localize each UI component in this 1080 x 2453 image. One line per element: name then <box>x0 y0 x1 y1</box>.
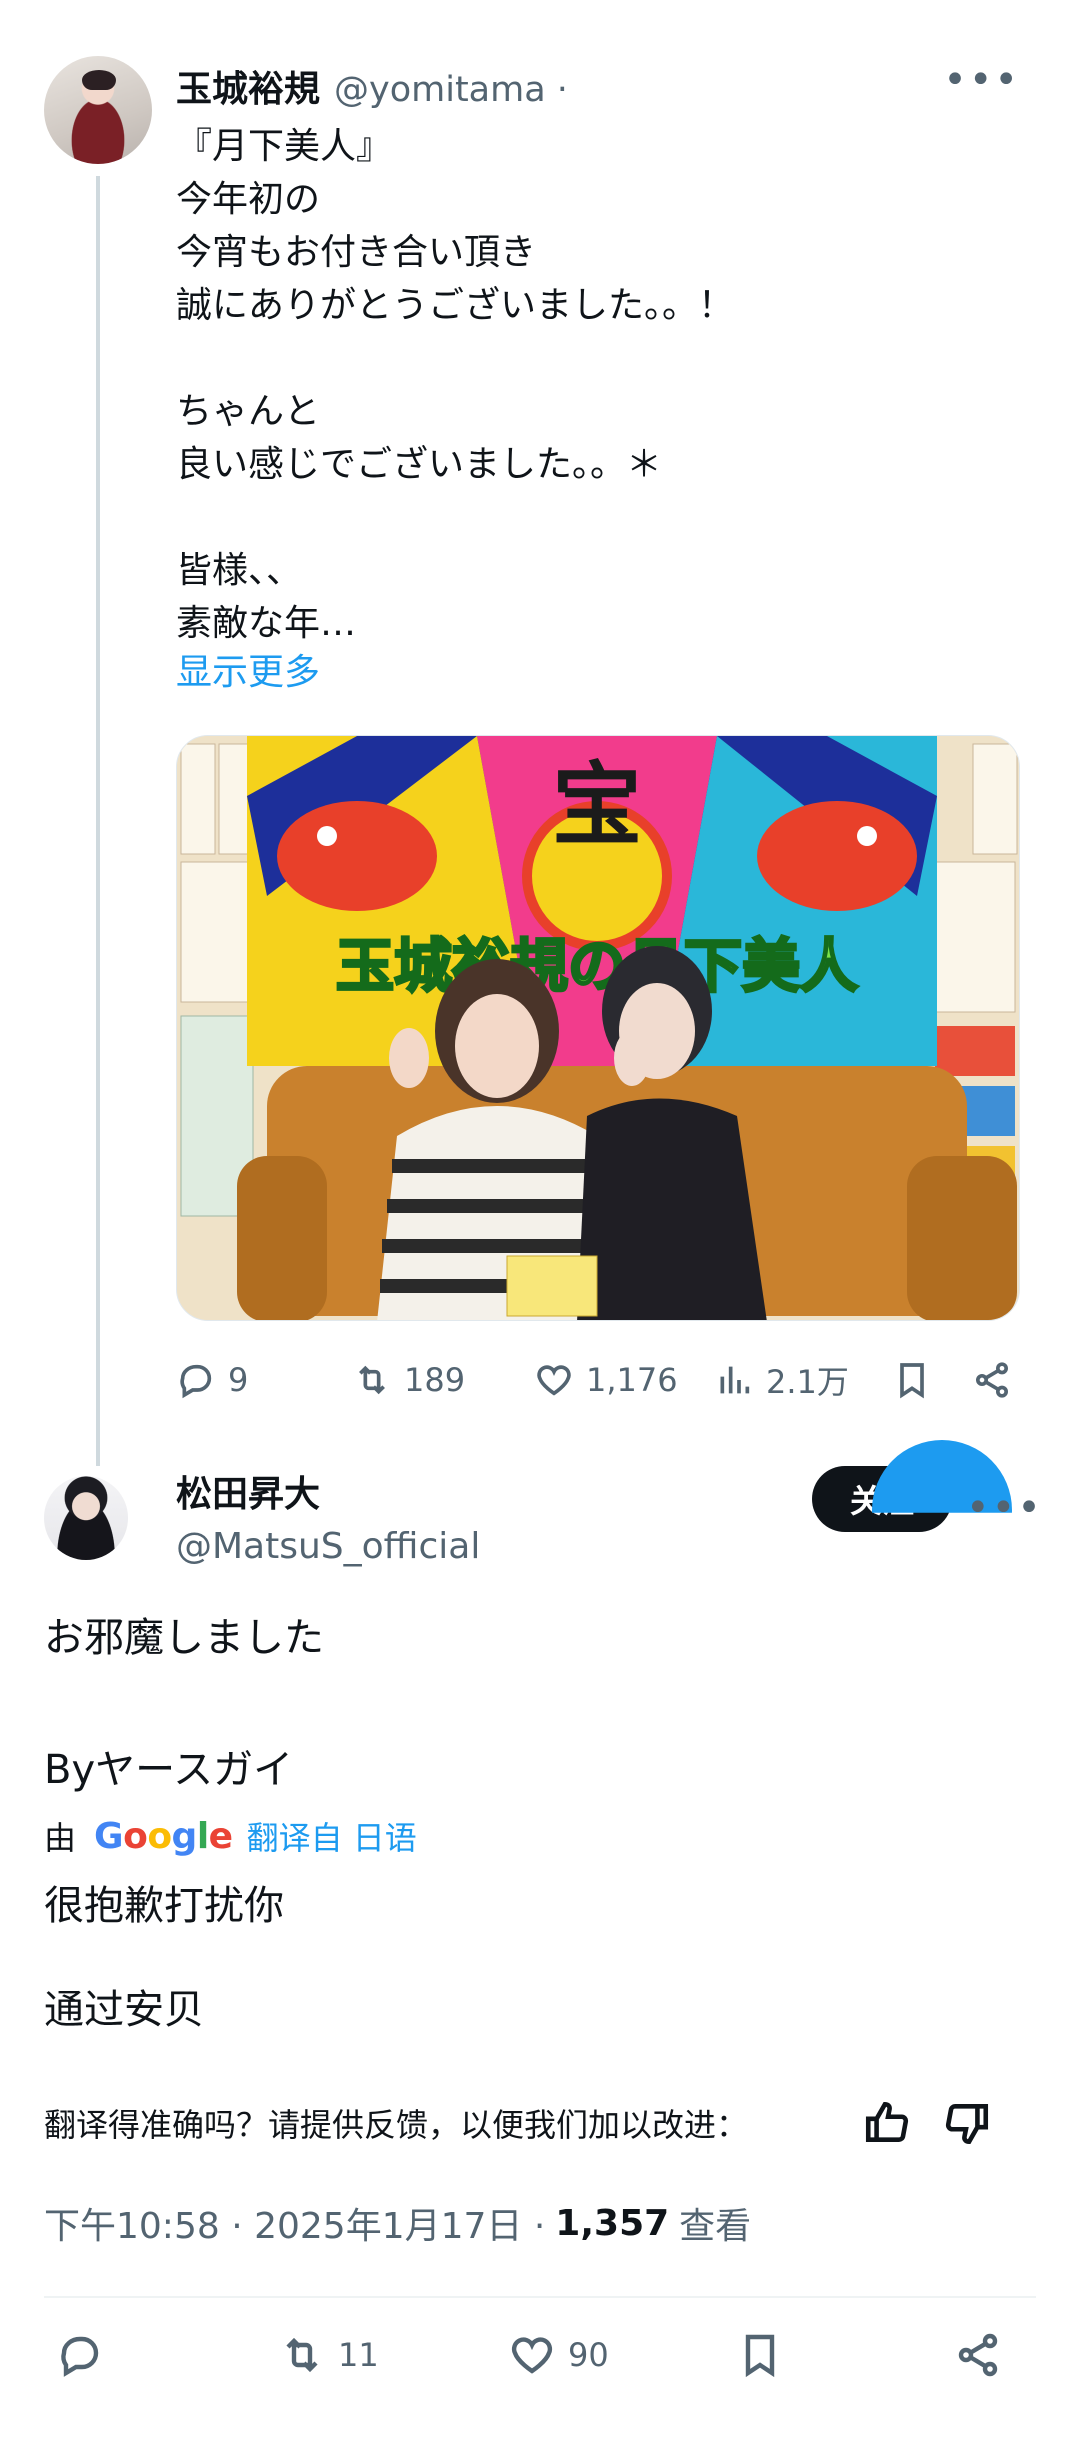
views-chart-icon <box>720 1366 750 1394</box>
tweet-meta: 下午10:58 · 2025年1月17日 · 1,357 查看 <box>44 2196 751 2250</box>
tweet-line: 良い感じでございました。。＊ <box>176 444 663 485</box>
banner-kanji: 宝 <box>552 753 642 858</box>
retweet-button[interactable]: 11 <box>278 2320 379 2390</box>
user-handle[interactable]: @yomitama · <box>334 70 568 110</box>
tweet-text-translated: 很抱歉打扰你 <box>44 1883 284 1929</box>
share-icon <box>958 2333 998 2377</box>
tweet-line: 素敵な年… <box>176 603 357 644</box>
display-name[interactable]: 松田昇大 <box>176 1470 320 1520</box>
tweet-text-translated: 通过安贝 <box>44 1987 204 2033</box>
tweet-action-bar: 11 90 <box>44 2320 1044 2390</box>
bookmark-icon <box>745 2334 775 2378</box>
retweet-icon <box>286 2337 318 2373</box>
share-button[interactable] <box>972 1350 1012 1410</box>
tweet-line: ちゃんと <box>176 391 321 432</box>
views-button[interactable]: 2.1万 <box>714 1350 849 1410</box>
tweet-line: 今宵もお付き合い頂き <box>176 232 537 273</box>
retweet-button[interactable]: 189 <box>352 1350 465 1410</box>
reply-icon <box>61 2336 99 2377</box>
reply-count: 9 <box>228 1361 249 1399</box>
like-button[interactable]: 1,176 <box>534 1350 678 1410</box>
tweet-line: 皆様、、 <box>176 550 303 591</box>
tweet-text-original: お邪魔しました <box>44 1615 324 1661</box>
tweet-line: 『月下美人』 <box>176 126 393 167</box>
user-handle[interactable]: @MatsuS_official <box>176 1522 480 1572</box>
tweet-line: 今年初の <box>176 179 321 220</box>
share-icon <box>976 1362 1008 1398</box>
reply-icon <box>180 1364 212 1399</box>
translation-feedback-prompt: 翻译得准确吗？请提供反馈，以便我们加以改进： <box>44 2106 749 2144</box>
tweet-text: 『月下美人』 今年初の 今宵もお付き合い頂き 誠にありがとうございました。。！ … <box>176 120 1036 650</box>
like-count: 90 <box>568 2336 609 2374</box>
tweet-text-original: Byヤースガイ <box>44 1747 294 1793</box>
views-label: 查看 <box>679 2206 752 2247</box>
reply-button[interactable] <box>56 2320 104 2390</box>
bookmark-icon <box>900 1363 924 1399</box>
translated-from-link[interactable]: 翻译自 日语 <box>247 1813 417 1859</box>
thumbs-up-icon <box>865 2101 909 2142</box>
thumbs-down-button[interactable] <box>942 2098 992 2148</box>
avatar[interactable] <box>44 56 152 164</box>
thread-connector-line <box>96 176 100 1466</box>
heart-icon <box>511 2337 553 2374</box>
divider <box>44 2296 1036 2298</box>
share-button[interactable] <box>954 2320 1002 2390</box>
timestamp[interactable]: 下午10:58 · 2025年1月17日 · <box>44 2197 545 2249</box>
translated-by-prefix: 由 <box>44 1819 77 1857</box>
retweet-icon <box>359 1365 385 1395</box>
more-options-icon[interactable]: ••• <box>943 60 1020 100</box>
bookmark-button[interactable] <box>736 2320 784 2390</box>
views-count: 1,357 <box>555 2202 670 2244</box>
heart-icon <box>537 1365 571 1396</box>
thumbs-up-button[interactable] <box>862 2098 912 2148</box>
tweet-photo[interactable]: 宝 玉城裕規の月下美人 <box>176 735 1020 1321</box>
show-more-link[interactable]: 显示更多 <box>176 646 320 699</box>
photo-caption: 玉城裕規の月下美人 <box>336 932 858 1000</box>
thumbs-down-icon <box>945 2104 989 2145</box>
like-button[interactable]: 90 <box>508 2320 609 2390</box>
views-count: 2.1万 <box>766 1363 849 1401</box>
display-name[interactable]: 玉城裕規 <box>176 60 320 112</box>
tweet-line: 誠にありがとうございました。。！ <box>176 285 735 326</box>
bookmark-button[interactable] <box>892 1350 932 1410</box>
reply-button[interactable]: 9 <box>176 1350 248 1410</box>
photo-illustration: 宝 玉城裕規の月下美人 <box>177 736 1019 1320</box>
like-count: 1,176 <box>586 1361 678 1399</box>
translation-attribution: 由 Google 翻译自 日语 <box>44 1812 417 1860</box>
retweet-count: 189 <box>404 1361 466 1399</box>
tweet-action-bar: 9 189 1,176 2.1万 <box>176 1350 1026 1410</box>
retweet-count: 11 <box>338 2336 379 2374</box>
tweet-header: 玉城裕規 @yomitama · <box>176 60 568 110</box>
avatar[interactable] <box>44 1476 128 1560</box>
google-logo: Google <box>94 1815 233 1857</box>
more-options-icon[interactable]: ••• <box>966 1488 1043 1528</box>
